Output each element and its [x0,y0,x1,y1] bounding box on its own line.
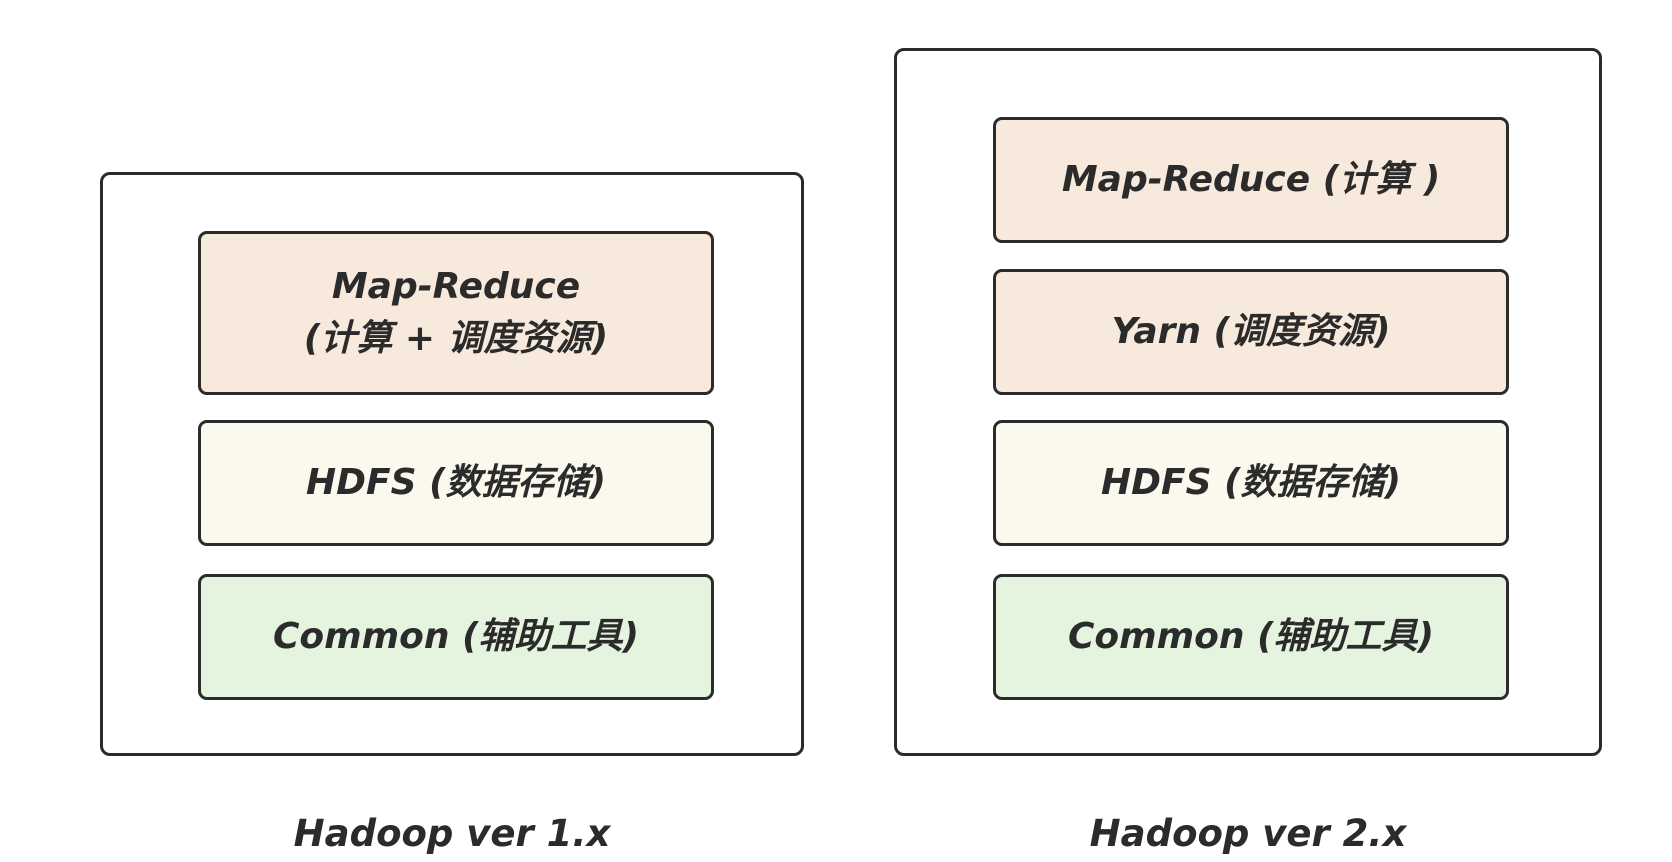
v1-caption: Hadoop ver 1.x [293,812,611,855]
v1-common-label: Common (辅助工具) [273,616,639,657]
v2-yarn-label: Yarn (调度资源) [1111,311,1391,352]
v2-common-label: Common (辅助工具) [1068,616,1434,657]
v2-caption: Hadoop ver 2.x [1089,812,1407,855]
v1-mapreduce-layer: Map-Reduce (计算 + 调度资源) [198,231,714,395]
v2-hdfs-label: HDFS (数据存储) [1101,462,1401,503]
v1-common-layer: Common (辅助工具) [198,574,714,700]
v2-common-layer: Common (辅助工具) [993,574,1509,700]
v1-hdfs-layer: HDFS (数据存储) [198,420,714,546]
v1-mapreduce-label: Map-Reduce [331,266,581,307]
v1-mapreduce-sublabel: (计算 + 调度资源) [303,318,609,359]
v2-mapreduce-label: Map-Reduce (计算 ) [1061,159,1441,200]
v2-mapreduce-layer: Map-Reduce (计算 ) [993,117,1509,243]
v1-hdfs-label: HDFS (数据存储) [306,462,606,503]
v2-yarn-layer: Yarn (调度资源) [993,269,1509,395]
v2-hdfs-layer: HDFS (数据存储) [993,420,1509,546]
